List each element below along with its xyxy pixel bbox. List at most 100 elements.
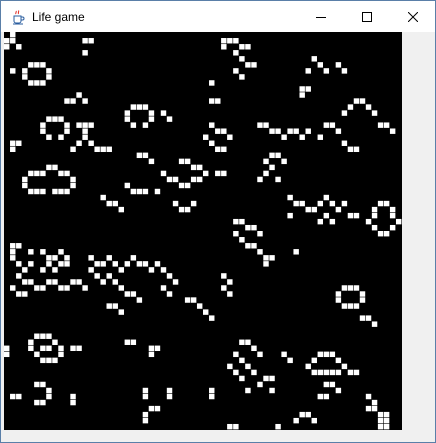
live-cell	[40, 399, 46, 406]
live-cell	[383, 231, 390, 237]
live-cell	[88, 140, 94, 146]
live-cell	[341, 140, 348, 146]
live-cell	[118, 206, 125, 213]
live-cell	[269, 375, 275, 382]
live-cell	[70, 399, 76, 406]
live-cell	[52, 116, 58, 122]
live-cell	[353, 98, 360, 104]
live-cell	[329, 369, 336, 376]
live-cell	[136, 188, 143, 195]
live-cell	[251, 369, 257, 376]
live-cell	[311, 56, 317, 62]
live-cell	[10, 255, 16, 261]
live-cell	[209, 98, 215, 104]
live-cell	[130, 255, 137, 261]
live-cell	[172, 200, 179, 207]
live-cell	[64, 98, 70, 104]
live-cell	[347, 303, 354, 309]
live-cell	[10, 249, 16, 255]
minimize-button[interactable]	[298, 1, 344, 32]
live-cell	[160, 267, 167, 273]
live-cell	[190, 200, 197, 207]
live-cell	[16, 393, 22, 400]
live-cell	[221, 44, 227, 50]
live-cell	[311, 206, 317, 213]
live-cell	[22, 182, 28, 189]
live-cell	[40, 357, 46, 364]
maximize-icon	[362, 11, 372, 22]
live-cell	[377, 231, 384, 237]
live-cell	[64, 255, 70, 261]
live-cell	[184, 158, 191, 165]
live-cell	[154, 345, 161, 352]
live-cell	[251, 345, 257, 352]
live-cell	[239, 237, 245, 243]
live-cell	[22, 291, 28, 297]
live-cell	[70, 279, 76, 285]
live-cell	[317, 351, 324, 358]
live-cell	[329, 218, 336, 225]
live-cell	[209, 140, 215, 146]
window-title: Life game	[32, 10, 85, 24]
live-cell	[136, 104, 143, 110]
live-cell	[46, 333, 52, 339]
live-cell	[221, 285, 227, 291]
live-cell	[40, 345, 46, 352]
live-cell	[58, 351, 64, 358]
live-cell	[34, 188, 40, 195]
live-cell	[323, 212, 330, 219]
live-cell	[281, 158, 287, 165]
live-cell	[142, 393, 149, 400]
live-cell	[52, 357, 58, 364]
live-cell	[221, 273, 227, 279]
live-cell	[221, 128, 227, 134]
live-cell	[371, 405, 378, 412]
live-cell	[136, 297, 143, 303]
live-cell	[239, 74, 245, 80]
live-cell	[317, 218, 324, 225]
live-cell	[281, 134, 287, 140]
live-cell	[215, 98, 221, 104]
title-bar[interactable]: Life game	[1, 1, 435, 32]
live-cell	[299, 411, 305, 418]
live-cell	[40, 285, 46, 291]
live-cell	[46, 261, 52, 267]
live-cell	[16, 140, 22, 146]
live-cell	[28, 170, 34, 177]
live-cell	[64, 128, 70, 134]
live-cell	[293, 249, 299, 255]
live-cell	[142, 152, 149, 159]
life-grid[interactable]	[4, 32, 402, 430]
live-cell	[34, 170, 40, 177]
live-cell	[269, 164, 275, 171]
close-button[interactable]	[390, 1, 436, 32]
live-cell	[40, 188, 46, 195]
live-cell	[251, 224, 257, 231]
live-cell	[130, 122, 137, 128]
live-cell	[16, 243, 22, 249]
live-cell	[10, 140, 16, 146]
live-cell	[269, 128, 275, 134]
maximize-button[interactable]	[344, 1, 390, 32]
live-cell	[118, 285, 125, 291]
live-cell	[136, 152, 143, 159]
live-cell	[10, 285, 16, 291]
live-cell	[371, 212, 378, 219]
live-cell	[263, 375, 269, 382]
live-cell	[335, 291, 342, 297]
live-cell	[305, 363, 311, 370]
live-cell	[40, 267, 46, 273]
live-cell	[335, 297, 342, 303]
close-icon	[408, 11, 418, 22]
live-cell	[209, 315, 215, 321]
live-cell	[94, 273, 100, 279]
live-cell	[365, 218, 372, 225]
live-cell	[58, 261, 64, 267]
live-cell	[124, 116, 131, 122]
live-cell	[40, 128, 46, 134]
live-cell	[88, 122, 94, 128]
live-cell	[347, 104, 354, 110]
grid-canvas	[4, 32, 402, 430]
live-cell	[100, 194, 106, 201]
live-cell	[341, 363, 348, 370]
